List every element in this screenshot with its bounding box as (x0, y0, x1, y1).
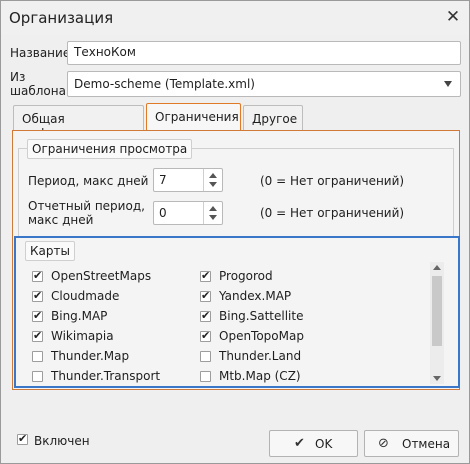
map-label: Yandex.MAP (219, 289, 292, 303)
arrow-up-icon[interactable] (209, 173, 217, 178)
dialog-title: Организация (9, 9, 114, 27)
period-spin[interactable] (203, 169, 222, 191)
period-stepper[interactable]: 7 (153, 168, 223, 192)
name-value: ТехноКом (74, 45, 136, 59)
map-label: Progorod (219, 269, 273, 283)
scrollbar-thumb[interactable] (432, 276, 442, 346)
template-label-line1: Из (10, 70, 26, 84)
scroll-down-icon[interactable] (433, 376, 441, 381)
ok-button-label: OK (315, 437, 333, 451)
map-checkbox[interactable] (32, 289, 43, 302)
map-checkbox[interactable] (200, 329, 211, 342)
maps-group: Карты OpenStreetMaps Progorod Cloudmade … (14, 236, 460, 388)
cancel-button[interactable]: ⊘ Отмена (364, 430, 459, 457)
checkmark-icon: ✔ (294, 436, 305, 451)
enabled-label: Включен (34, 434, 90, 448)
map-label: Thunder.Transport (51, 369, 161, 383)
organization-dialog: Организация ✕ Название ТехноКом Из шабло… (0, 0, 470, 464)
scroll-up-icon[interactable] (433, 265, 441, 270)
name-label: Название (10, 46, 71, 60)
map-label: Wikimapia (51, 329, 114, 343)
map-checkbox[interactable] (200, 351, 211, 362)
cancel-button-label: Отмена (402, 437, 451, 451)
arrow-up-icon[interactable] (209, 206, 217, 211)
map-label: Thunder.Map (51, 349, 130, 363)
map-label: OpenStreetMaps (51, 269, 152, 283)
arrow-down-icon[interactable] (209, 215, 217, 220)
maps-legend: Карты (25, 241, 75, 261)
period-value: 7 (159, 173, 167, 187)
arrow-down-icon[interactable] (209, 182, 217, 187)
period-hint: (0 = Нет ограничений) (260, 174, 405, 188)
template-value: Demo-scheme (Template.xml) (74, 77, 255, 91)
map-checkbox[interactable] (32, 371, 43, 382)
view-restrictions-group (18, 148, 454, 244)
template-label-line2: шаблона (10, 84, 66, 98)
report-period-label-line2: макс дней (28, 213, 94, 227)
enabled-checkbox[interactable] (17, 432, 28, 445)
map-label: Thunder.Land (219, 349, 302, 363)
report-period-label-line1: Отчетный период, (28, 199, 145, 213)
chevron-down-icon (444, 81, 452, 87)
view-restrictions-legend: Ограничения просмотра (27, 139, 193, 159)
tab-other[interactable]: Другое (243, 105, 303, 130)
tab-general[interactable]: Общая информация (13, 105, 144, 140)
map-label: Cloudmade (51, 289, 120, 303)
title-bar: Организация ✕ (1, 1, 469, 35)
map-checkbox[interactable] (32, 309, 43, 322)
report-period-stepper[interactable]: 0 (153, 201, 223, 225)
tab-restrictions[interactable]: Ограничения (146, 103, 241, 130)
maps-scrollbar[interactable] (430, 262, 444, 384)
map-checkbox[interactable] (200, 269, 211, 282)
report-period-spin[interactable] (203, 202, 222, 224)
map-checkbox[interactable] (200, 371, 211, 382)
map-checkbox[interactable] (200, 289, 211, 302)
map-checkbox[interactable] (32, 351, 43, 362)
map-label: OpenTopoMap (219, 329, 304, 343)
period-label: Период, макс дней (28, 174, 149, 188)
map-label: Bing.Sattellite (219, 309, 304, 323)
cancel-icon: ⊘ (378, 436, 389, 451)
report-period-value: 0 (159, 206, 167, 220)
template-select[interactable]: Demo-scheme (Template.xml) (67, 71, 461, 97)
ok-button[interactable]: ✔ OK (269, 430, 358, 457)
close-icon[interactable]: ✕ (443, 7, 463, 27)
map-label: Bing.MAP (51, 309, 108, 323)
map-checkbox[interactable] (200, 309, 211, 322)
map-label: Mtb.Map (CZ) (219, 369, 301, 383)
map-checkbox[interactable] (32, 329, 43, 342)
report-period-hint: (0 = Нет ограничений) (260, 206, 405, 220)
name-input[interactable]: ТехноКом (67, 41, 461, 65)
map-checkbox[interactable] (32, 269, 43, 282)
